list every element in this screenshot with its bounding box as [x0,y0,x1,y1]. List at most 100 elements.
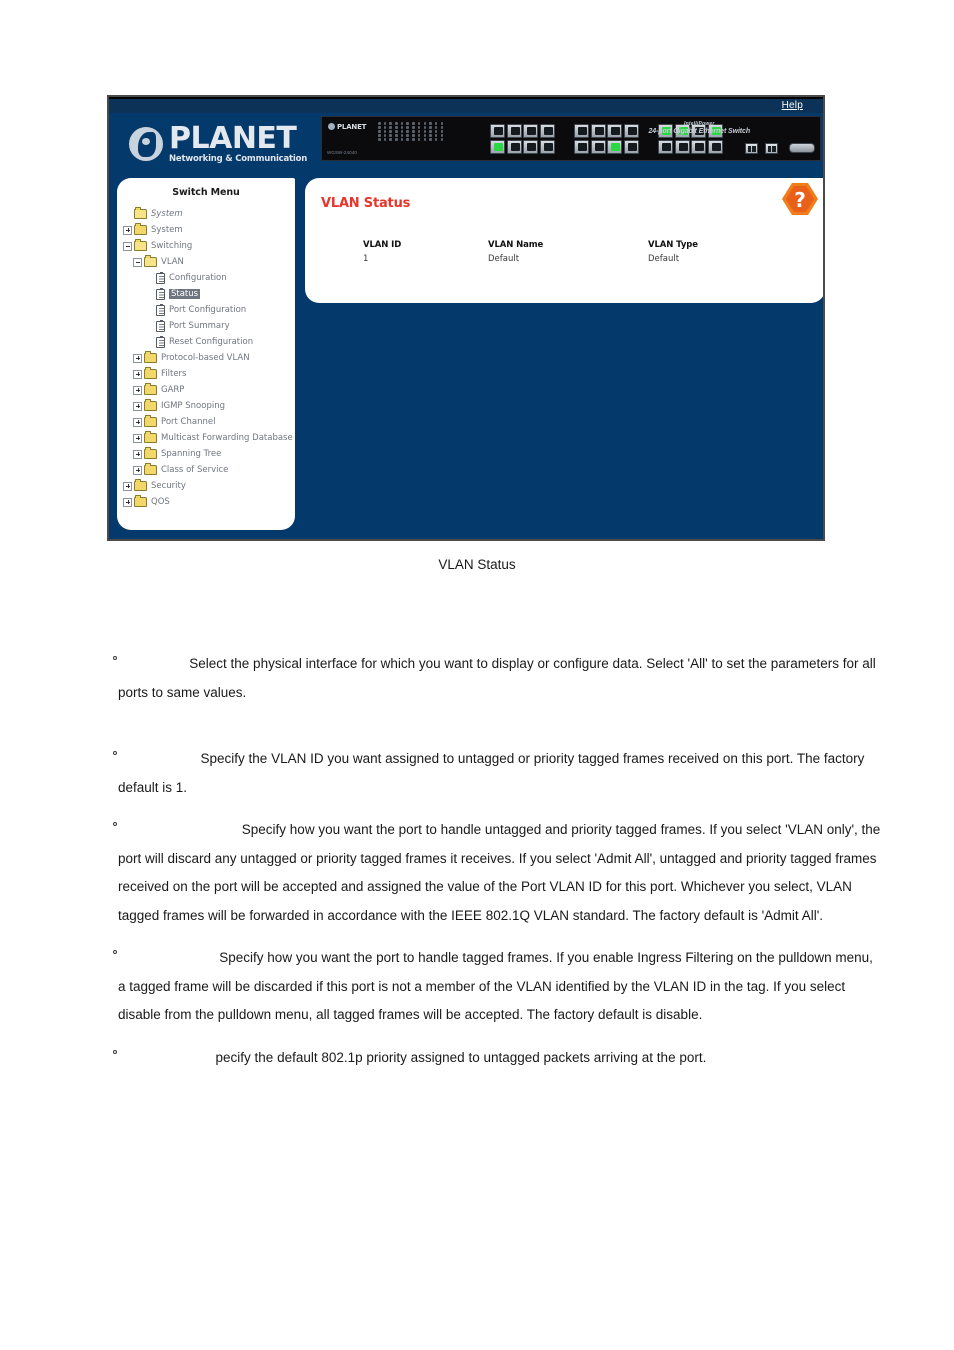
help-link[interactable]: Help [782,100,803,112]
document-icon [156,271,165,284]
sidebar-item-label: GARP [161,385,185,395]
sfp-slots [745,143,778,154]
planet-globe-icon [129,127,163,161]
sidebar-item-label: Port Channel [161,417,216,427]
sidebar-item-reset-configuration[interactable]: Reset Configuration [123,334,295,350]
help-button[interactable]: ? [781,182,819,216]
device-branding: IntelliPower 24-port Gigabit Ethernet Sw… [648,121,750,135]
table-row: 1 Default Default [363,254,763,264]
bullet-marker-icon [113,822,117,826]
sidebar-item-port-channel[interactable]: Port Channel [123,414,295,430]
expand-plus-icon[interactable] [133,401,142,411]
expand-plus-icon[interactable] [133,417,142,427]
sidebar-item-filters[interactable]: Filters [123,366,295,382]
sidebar-item-label: Status [169,289,201,299]
folder-icon [144,415,157,427]
document-icon [156,335,165,348]
help-hexagon-icon: ? [782,183,818,215]
sidebar-item-label: Configuration [169,273,227,283]
folder-icon [134,223,147,235]
ui-header-bar: Help [109,97,823,113]
bullet-text: Select the physical interface for which … [118,656,880,700]
sidebar-item-label: Spanning Tree [161,449,222,459]
sfp-slot-icon [745,143,758,154]
device-model-desc: 24-port Gigabit Ethernet Switch [648,128,750,135]
switch-web-ui-screenshot: Help PLANET Networking & Communication P… [107,95,825,541]
svg-text:?: ? [794,188,806,212]
port-bank-1 [490,124,555,154]
expand-plus-icon[interactable] [133,369,142,379]
port-bank-2 [574,124,639,154]
sidebar-item-label: Filters [161,369,187,379]
sidebar-item-multicast-forwarding-database[interactable]: Multicast Forwarding Database [123,430,295,446]
logo-tagline: Networking & Communication [169,154,308,164]
bullet-marker-icon [113,1049,117,1054]
sidebar-item-configuration[interactable]: Configuration [123,270,295,286]
sidebar-item-class-of-service[interactable]: Class of Service [123,462,295,478]
folder-icon [134,495,147,507]
switch-front-panel-image: PLANET WGSW-24040 IntelliPower 24-port G… [321,116,821,161]
collapse-minus-icon[interactable] [123,241,132,251]
folder-icon [144,447,157,459]
sidebar-item-switching[interactable]: Switching [123,238,295,254]
sidebar-item-port-summary[interactable]: Port Summary [123,318,295,334]
document-icon [156,303,165,316]
bullet-text: Specify the VLAN ID you want assigned to… [118,751,869,795]
device-model-code: WGSW-24040 [327,150,357,155]
device-led-grid [378,122,478,157]
bullet-marker-icon [113,656,117,660]
sidebar-item-system[interactable]: System [123,206,295,222]
sidebar-item-qos[interactable]: QOS [123,494,295,510]
sidebar-item-port-configuration[interactable]: Port Configuration [123,302,295,318]
expand-plus-icon[interactable] [133,385,142,395]
expand-plus-icon[interactable] [133,433,142,443]
expand-plus-icon[interactable] [133,449,142,459]
sidebar-item-igmp-snooping[interactable]: IGMP Snooping [123,398,295,414]
device-vendor-label: PLANET [328,123,366,131]
bullet-text: pecify the default 802.1p priority assig… [118,1049,707,1065]
sidebar-item-spanning-tree[interactable]: Spanning Tree [123,446,295,462]
folder-icon [144,367,157,379]
bullet-text: Specify how you want the port to handle … [118,822,885,923]
sidebar-item-label: Reset Configuration [169,337,254,347]
console-port-icon [789,143,815,153]
expand-plus-icon[interactable] [123,497,132,507]
folder-open-icon [134,239,147,251]
expand-plus-icon[interactable] [133,353,142,363]
body-bullet: Select the physical interface for which … [0,650,954,707]
folder-icon [144,463,157,475]
sidebar-item-label: Class of Service [161,465,229,475]
sidebar-item-label: IGMP Snooping [161,401,225,411]
body-bullet: Specify the VLAN ID you want assigned to… [0,745,954,802]
sfp-slot-icon [765,143,778,154]
sidebar-item-system[interactable]: System [123,222,295,238]
cell-vlan-type: Default [648,254,680,264]
body-bullet: Specify how you want the port to handle … [0,816,954,930]
bullet-text: Specify how you want the port to handle … [118,950,877,1022]
expand-plus-icon[interactable] [123,481,132,491]
sidebar-item-protocol-based-vlan[interactable]: Protocol-based VLAN [123,350,295,366]
column-header-vlan-id: VLAN ID [363,240,402,250]
sidebar-item-label: Protocol-based VLAN [161,353,250,363]
vlan-status-table: VLAN ID VLAN Name VLAN Type 1 Default De… [363,240,763,264]
bullet-marker-icon [113,950,117,954]
sidebar-item-label: Port Summary [169,321,230,331]
sidebar-tree: System System Switching VLAN Configuration St… [117,206,295,510]
folder-icon [144,383,157,395]
sidebar-item-vlan[interactable]: VLAN [123,254,295,270]
sidebar-item-label: VLAN [161,257,184,267]
folder-icon [134,479,147,491]
sidebar-item-status[interactable]: Status [123,286,295,302]
sidebar-item-garp[interactable]: GARP [123,382,295,398]
page-title: VLAN Status [321,196,411,211]
expand-plus-icon[interactable] [123,225,132,235]
document-icon [156,319,165,332]
sidebar-item-security[interactable]: Security [123,478,295,494]
expand-plus-icon[interactable] [133,465,142,475]
cell-vlan-name: Default [488,254,520,264]
folder-icon [144,399,157,411]
collapse-minus-icon[interactable] [133,257,142,267]
